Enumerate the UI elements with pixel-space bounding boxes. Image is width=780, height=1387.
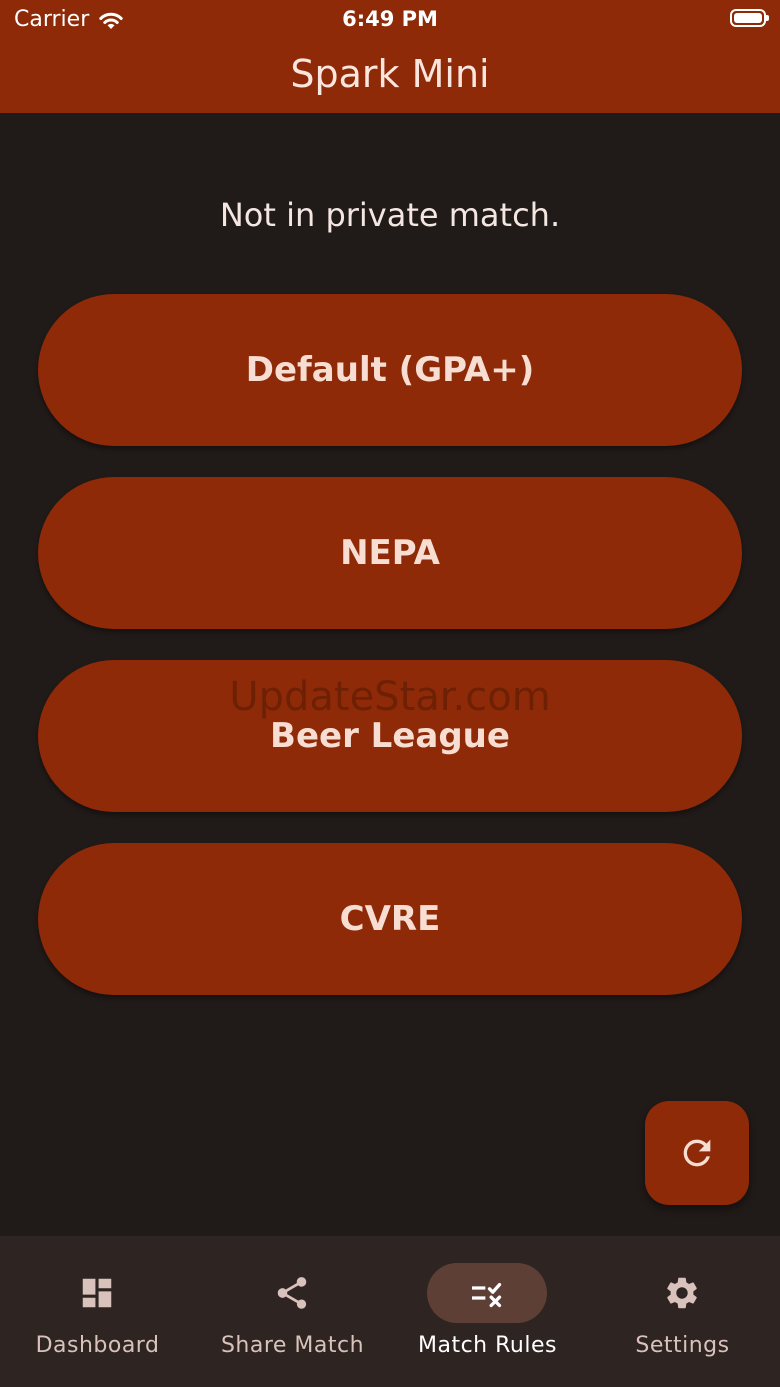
nav-item-settings[interactable]: Settings	[585, 1236, 780, 1387]
nav-label-dashboard: Dashboard	[35, 1333, 160, 1358]
battery-icon	[730, 9, 769, 27]
rule-button-nepa[interactable]: NEPA	[38, 477, 742, 629]
status-time: 6:49 PM	[342, 7, 438, 31]
nav-item-match-rules[interactable]: Match Rules	[390, 1236, 585, 1387]
refresh-icon	[683, 1139, 711, 1167]
gear-icon	[667, 1277, 697, 1309]
bottom-navigation: Dashboard Share Match Match Rules Settin…	[0, 1236, 780, 1387]
nav-item-dashboard[interactable]: Dashboard	[0, 1236, 195, 1387]
rule-icon	[472, 1283, 502, 1308]
nav-active-indicator	[427, 1263, 547, 1323]
nav-icon-container	[37, 1263, 157, 1323]
nav-label-match-rules: Match Rules	[418, 1333, 557, 1358]
status-bar: Carrier 6:49 PM	[0, 0, 780, 40]
nav-icon-container	[232, 1263, 352, 1323]
nav-icon-container	[622, 1263, 742, 1323]
rule-button-default-gpa[interactable]: Default (GPA+)	[38, 294, 742, 446]
match-status-message: Not in private match.	[219, 196, 561, 234]
share-icon	[277, 1277, 307, 1309]
nav-item-share-match[interactable]: Share Match	[195, 1236, 390, 1387]
app-title: Spark Mini	[290, 52, 490, 96]
rule-button-cvre[interactable]: CVRE	[38, 843, 742, 995]
app-bar: Carrier 6:49 PM Spark Mini	[0, 0, 780, 113]
dashboard-icon	[82, 1278, 112, 1308]
nav-label-settings: Settings	[635, 1333, 730, 1358]
refresh-button[interactable]	[645, 1101, 749, 1205]
nav-label-share-match: Share Match	[220, 1333, 365, 1358]
rule-button-beer-league[interactable]: Beer League	[38, 660, 742, 812]
